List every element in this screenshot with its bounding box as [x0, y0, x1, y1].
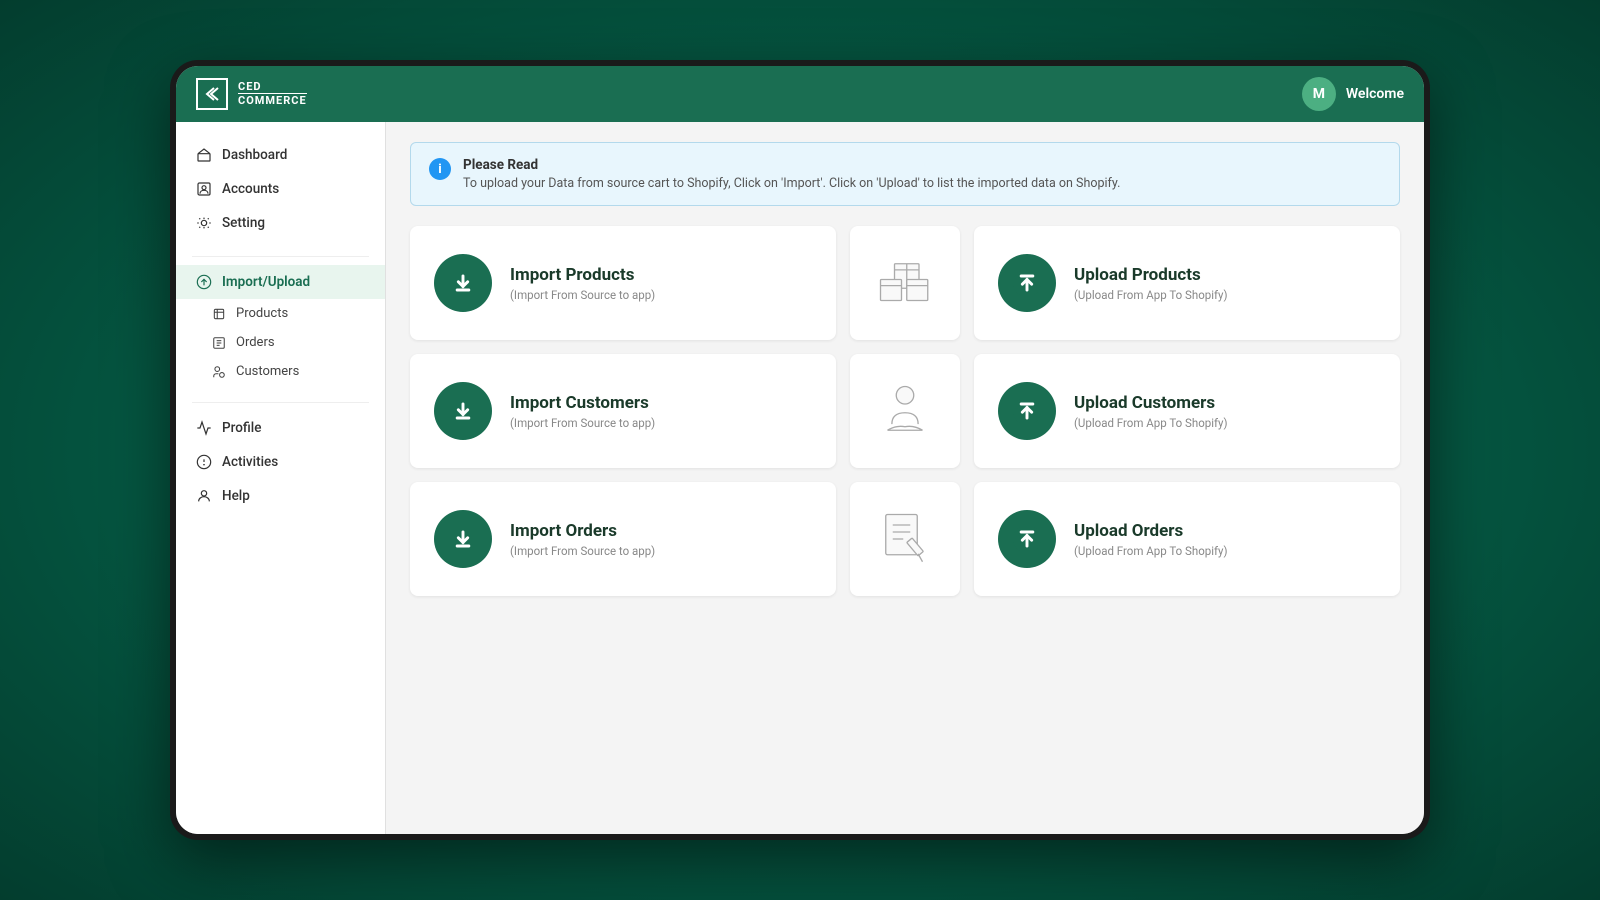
- sidebar-divider-1: [192, 256, 369, 257]
- products-icon: [212, 307, 226, 321]
- card-import-customers-subtitle: (Import From Source to app): [510, 416, 655, 430]
- sidebar-label-help: Help: [222, 488, 250, 504]
- main-layout: Dashboard Accounts Setting Imp: [176, 122, 1424, 834]
- upload-customers-icon-circle: [998, 382, 1056, 440]
- upload-arrow-icon: [1013, 269, 1041, 297]
- sidebar-item-activities[interactable]: Activities: [176, 445, 385, 479]
- download-arrow-icon: [449, 269, 477, 297]
- illustration-products: [850, 226, 960, 340]
- logo-ced: CED: [238, 81, 307, 93]
- customers-icon: [212, 365, 226, 379]
- orders-icon: [212, 336, 226, 350]
- info-icon: i: [429, 158, 451, 180]
- sidebar-item-accounts[interactable]: Accounts: [176, 172, 385, 206]
- card-upload-orders-text: Upload Orders (Upload From App To Shopif…: [1074, 521, 1227, 558]
- info-banner-text: To upload your Data from source cart to …: [463, 176, 1120, 191]
- sidebar-label-customers: Customers: [236, 364, 299, 379]
- card-import-orders-subtitle: (Import From Source to app): [510, 544, 655, 558]
- setting-icon: [196, 215, 212, 231]
- card-import-customers[interactable]: Import Customers (Import From Source to …: [410, 354, 836, 468]
- illustration-orders: [850, 482, 960, 596]
- sidebar-import-section: Import/Upload Products Orders Customers: [176, 265, 385, 386]
- sidebar-item-profile[interactable]: Profile: [176, 411, 385, 445]
- card-import-products[interactable]: Import Products (Import From Source to a…: [410, 226, 836, 340]
- sidebar-label-setting: Setting: [222, 215, 265, 231]
- card-upload-products-subtitle: (Upload From App To Shopify): [1074, 288, 1227, 302]
- document-pencil-illustration: [870, 504, 940, 574]
- help-icon: [196, 488, 212, 504]
- card-upload-orders[interactable]: Upload Orders (Upload From App To Shopif…: [974, 482, 1400, 596]
- import-upload-icon: [196, 274, 212, 290]
- logo: CED COMMERCE: [196, 78, 307, 110]
- app-header: CED COMMERCE M Welcome: [176, 66, 1424, 122]
- card-upload-customers-title: Upload Customers: [1074, 393, 1227, 413]
- avatar[interactable]: M: [1302, 77, 1336, 111]
- info-banner: i Please Read To upload your Data from s…: [410, 142, 1400, 206]
- logo-text: CED COMMERCE: [238, 81, 307, 107]
- sidebar-item-orders[interactable]: Orders: [176, 328, 385, 357]
- user-circle-icon: [196, 181, 212, 197]
- info-banner-title: Please Read: [463, 157, 1120, 173]
- sidebar-label-dashboard: Dashboard: [222, 147, 287, 163]
- upload-arrow-icon-2: [1013, 397, 1041, 425]
- sidebar-label-activities: Activities: [222, 454, 278, 470]
- card-import-orders-text: Import Orders (Import From Source to app…: [510, 521, 655, 558]
- download-arrow-icon-2: [449, 397, 477, 425]
- card-import-products-title: Import Products: [510, 265, 655, 285]
- card-import-customers-text: Import Customers (Import From Source to …: [510, 393, 655, 430]
- upload-products-icon-circle: [998, 254, 1056, 312]
- card-upload-customers[interactable]: Upload Customers (Upload From App To Sho…: [974, 354, 1400, 468]
- sidebar-item-products[interactable]: Products: [176, 299, 385, 328]
- import-customers-icon-circle: [434, 382, 492, 440]
- sidebar-item-help[interactable]: Help: [176, 479, 385, 513]
- sidebar-label-profile: Profile: [222, 420, 261, 436]
- main-content: i Please Read To upload your Data from s…: [386, 122, 1424, 834]
- card-upload-products[interactable]: Upload Products (Upload From App To Shop…: [974, 226, 1400, 340]
- header-right: M Welcome: [1302, 77, 1404, 111]
- card-import-products-subtitle: (Import From Source to app): [510, 288, 655, 302]
- sidebar-item-customers[interactable]: Customers: [176, 357, 385, 386]
- sidebar-label-orders: Orders: [236, 335, 275, 350]
- boxes-illustration: [870, 248, 940, 318]
- sidebar-label-products: Products: [236, 306, 288, 321]
- sidebar-item-setting[interactable]: Setting: [176, 206, 385, 240]
- upload-orders-icon-circle: [998, 510, 1056, 568]
- logo-icon: [196, 78, 228, 110]
- sidebar-label-accounts: Accounts: [222, 181, 279, 197]
- card-upload-products-text: Upload Products (Upload From App To Shop…: [1074, 265, 1227, 302]
- card-import-customers-title: Import Customers: [510, 393, 655, 413]
- welcome-text: Welcome: [1346, 86, 1404, 102]
- sidebar-item-import-upload[interactable]: Import/Upload: [176, 265, 385, 299]
- sidebar-divider-2: [192, 402, 369, 403]
- sidebar-bottom-section: Profile Activities Help: [176, 411, 385, 513]
- card-import-orders-title: Import Orders: [510, 521, 655, 541]
- card-upload-orders-title: Upload Orders: [1074, 521, 1227, 541]
- download-arrow-icon-3: [449, 525, 477, 553]
- home-icon: [196, 147, 212, 163]
- card-upload-customers-text: Upload Customers (Upload From App To Sho…: [1074, 393, 1227, 430]
- sidebar: Dashboard Accounts Setting Imp: [176, 122, 386, 834]
- card-upload-products-title: Upload Products: [1074, 265, 1227, 285]
- card-import-products-text: Import Products (Import From Source to a…: [510, 265, 655, 302]
- upload-arrow-icon-3: [1013, 525, 1041, 553]
- sidebar-item-dashboard[interactable]: Dashboard: [176, 138, 385, 172]
- info-banner-content: Please Read To upload your Data from sou…: [463, 157, 1120, 191]
- card-upload-orders-subtitle: (Upload From App To Shopify): [1074, 544, 1227, 558]
- import-orders-icon-circle: [434, 510, 492, 568]
- sidebar-main-section: Dashboard Accounts Setting: [176, 138, 385, 240]
- logo-commerce: COMMERCE: [238, 93, 307, 107]
- profile-icon: [196, 420, 212, 436]
- cards-grid: Import Products (Import From Source to a…: [410, 226, 1400, 596]
- activities-icon: [196, 454, 212, 470]
- illustration-customers: [850, 354, 960, 468]
- import-products-icon-circle: [434, 254, 492, 312]
- card-upload-customers-subtitle: (Upload From App To Shopify): [1074, 416, 1227, 430]
- person-hand-illustration: [870, 376, 940, 446]
- sidebar-label-import-upload: Import/Upload: [222, 274, 310, 290]
- card-import-orders[interactable]: Import Orders (Import From Source to app…: [410, 482, 836, 596]
